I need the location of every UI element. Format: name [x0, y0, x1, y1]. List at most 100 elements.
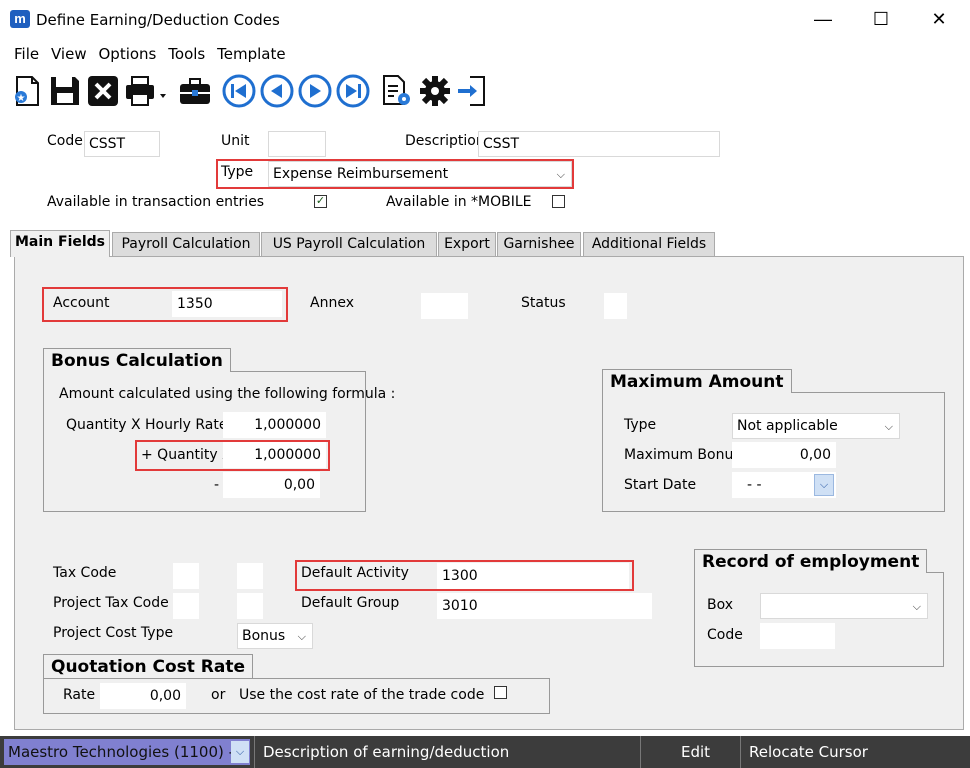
- description-input[interactable]: CSST: [478, 131, 720, 157]
- available-mobile-checkbox[interactable]: [552, 195, 565, 208]
- code-input[interactable]: CSST: [84, 131, 160, 157]
- annex-label: Annex: [310, 295, 354, 311]
- briefcase-icon[interactable]: [178, 74, 212, 108]
- menu-template[interactable]: Template: [213, 43, 289, 65]
- close-window-button[interactable]: ✕: [910, 0, 968, 40]
- project-tax-code-label: Project Tax Code: [53, 595, 169, 611]
- qty-hourly-input[interactable]: 1,000000: [223, 412, 326, 438]
- type-label: Type: [221, 164, 254, 180]
- roe-code-input[interactable]: [760, 623, 835, 649]
- menu-file[interactable]: File: [10, 43, 43, 65]
- project-cost-type-label: Project Cost Type: [53, 625, 174, 641]
- max-bonus-label: Maximum Bonus: [624, 447, 741, 463]
- max-type-select-value: Not applicable: [737, 418, 838, 434]
- chevron-down-icon[interactable]: ⌵: [231, 741, 249, 763]
- default-group-input[interactable]: 3010: [437, 593, 652, 619]
- maximum-amount-title: Maximum Amount: [602, 369, 792, 393]
- rate-label: Rate: [63, 687, 96, 703]
- use-trade-label: Use the cost rate of the trade code: [239, 687, 485, 703]
- relocate-cursor-button[interactable]: Relocate Cursor: [740, 736, 970, 768]
- account-input[interactable]: 1350: [172, 291, 282, 317]
- tab-us-payroll-calculation[interactable]: US Payroll Calculation: [261, 232, 437, 256]
- calendar-dropdown-icon[interactable]: ⌵: [814, 474, 834, 496]
- project-tax-code-input-1[interactable]: [173, 593, 199, 619]
- exit-icon[interactable]: [456, 74, 490, 108]
- use-trade-checkbox[interactable]: [494, 686, 507, 699]
- start-date-label: Start Date: [624, 477, 697, 493]
- toolbar: ★: [0, 70, 970, 112]
- default-activity-label: Default Activity: [301, 565, 409, 581]
- print-icon[interactable]: [124, 74, 168, 108]
- chevron-down-icon: ⌵: [556, 168, 565, 181]
- previous-record-icon[interactable]: [260, 74, 294, 108]
- tab-additional-fields[interactable]: Additional Fields: [583, 232, 715, 256]
- tab-export[interactable]: Export: [438, 232, 496, 256]
- description-label: Description: [405, 133, 485, 149]
- tab-payroll-calculation[interactable]: Payroll Calculation: [112, 232, 260, 256]
- status-mode: Edit: [640, 736, 740, 768]
- last-record-icon[interactable]: [336, 74, 370, 108]
- type-select[interactable]: Expense Reimbursement ⌵: [268, 161, 572, 187]
- chevron-down-icon: ⌵: [912, 600, 921, 613]
- chevron-down-icon: ⌵: [297, 630, 306, 643]
- rate-input[interactable]: 0,00: [100, 683, 186, 709]
- type-select-value: Expense Reimbursement: [273, 166, 449, 182]
- maximize-button[interactable]: ☐: [852, 0, 910, 40]
- menu-bar: File View Options Tools Template: [10, 43, 290, 67]
- window-title: Define Earning/Deduction Codes: [36, 11, 280, 29]
- unit-input[interactable]: [268, 131, 326, 157]
- save-icon[interactable]: [48, 74, 82, 108]
- available-transactions-label: Available in transaction entries: [47, 194, 265, 210]
- status-label: Status: [521, 295, 566, 311]
- or-label: or: [211, 687, 226, 703]
- bonus-calculation-title: Bonus Calculation: [43, 348, 231, 372]
- status-input[interactable]: [604, 293, 627, 319]
- settings-gear-icon[interactable]: [418, 74, 452, 108]
- first-record-icon[interactable]: [222, 74, 256, 108]
- available-transactions-checkbox[interactable]: ✓: [314, 195, 327, 208]
- app-logo-icon: m: [10, 10, 30, 28]
- minus-input[interactable]: 0,00: [223, 472, 320, 498]
- formula-text: Amount calculated using the following fo…: [59, 386, 396, 402]
- project-tax-code-input-2[interactable]: [237, 593, 263, 619]
- roe-code-label: Code: [707, 627, 743, 643]
- menu-tools[interactable]: Tools: [164, 43, 209, 65]
- status-description: Description of earning/deduction: [254, 736, 640, 768]
- project-cost-type-value: Bonus: [242, 628, 286, 644]
- svg-text:★: ★: [17, 93, 26, 104]
- plus-qty-label: + Quantity X: [141, 447, 232, 463]
- delete-icon[interactable]: [86, 74, 120, 108]
- account-label: Account: [53, 295, 110, 311]
- roe-box-label: Box: [707, 597, 734, 613]
- plus-qty-input[interactable]: 1,000000: [223, 442, 326, 468]
- minimize-button[interactable]: —: [794, 0, 852, 40]
- unit-label: Unit: [221, 133, 250, 149]
- next-record-icon[interactable]: [298, 74, 332, 108]
- project-cost-type-select[interactable]: Bonus ⌵: [237, 623, 313, 649]
- record-of-employment-group: [694, 572, 944, 667]
- menu-options[interactable]: Options: [95, 43, 161, 65]
- new-icon[interactable]: ★: [10, 74, 44, 108]
- status-bar: Maestro Technologies (1100) - 3.0 ⌵ Desc…: [0, 736, 970, 768]
- document-settings-icon[interactable]: [380, 74, 414, 108]
- max-type-select[interactable]: Not applicable ⌵: [732, 413, 900, 439]
- tab-main-fields[interactable]: Main Fields: [10, 230, 110, 257]
- minus-label: -: [214, 477, 220, 493]
- roe-box-select[interactable]: ⌵: [760, 593, 928, 619]
- max-type-label: Type: [624, 417, 657, 433]
- tax-code-input-2[interactable]: [237, 563, 263, 589]
- record-of-employment-title: Record of employment: [694, 549, 928, 573]
- menu-view[interactable]: View: [47, 43, 91, 65]
- available-mobile-label: Available in *MOBILE: [386, 194, 532, 210]
- chevron-down-icon: ⌵: [884, 420, 893, 433]
- max-bonus-input[interactable]: 0,00: [732, 442, 836, 468]
- tax-code-label: Tax Code: [53, 565, 117, 581]
- code-label: Code: [47, 133, 83, 149]
- title-bar: m Define Earning/Deduction Codes — ☐ ✕: [0, 0, 970, 40]
- tab-garnishee[interactable]: Garnishee: [497, 232, 581, 256]
- default-activity-input[interactable]: 1300: [437, 563, 629, 589]
- qty-hourly-label: Quantity X Hourly Rate X: [66, 417, 242, 433]
- annex-input[interactable]: [421, 293, 468, 319]
- company-select[interactable]: Maestro Technologies (1100) - 3.0: [4, 739, 250, 765]
- tax-code-input-1[interactable]: [173, 563, 199, 589]
